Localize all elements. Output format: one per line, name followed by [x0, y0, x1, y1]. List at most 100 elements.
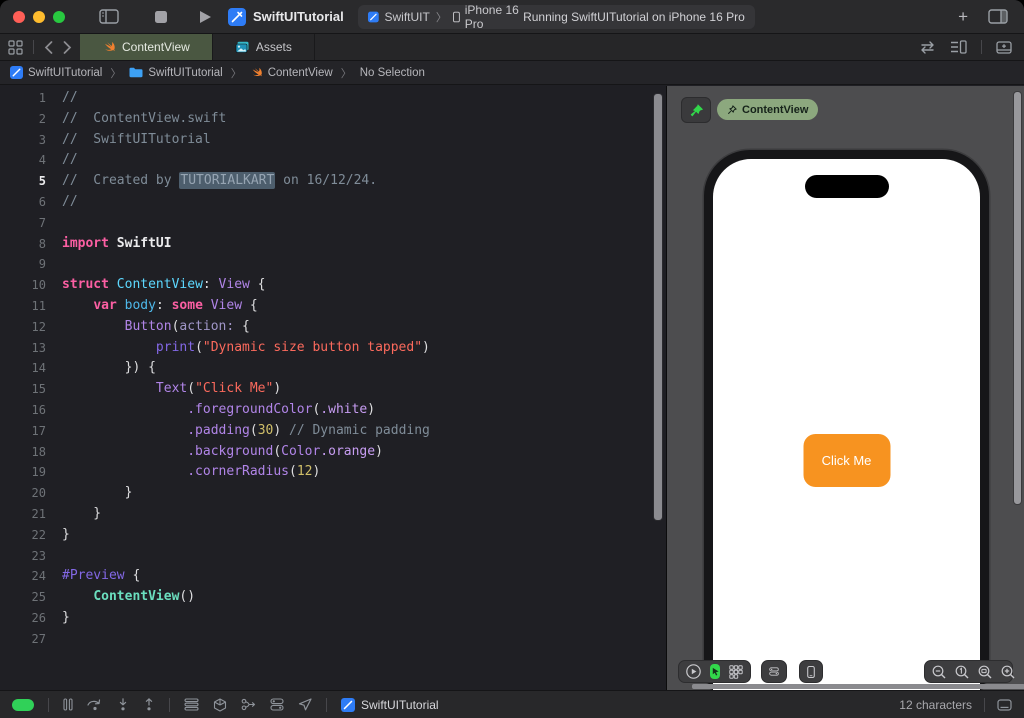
- code-line[interactable]: .background(Color.orange): [62, 442, 430, 463]
- line-number[interactable]: 17: [0, 421, 46, 442]
- line-number[interactable]: 1: [0, 88, 46, 109]
- line-number[interactable]: 7: [0, 213, 46, 234]
- line-number[interactable]: 6: [0, 192, 46, 213]
- line-number[interactable]: 27: [0, 629, 46, 650]
- line-number[interactable]: 8: [0, 234, 46, 255]
- toggle-inspector-icon[interactable]: [988, 9, 1008, 24]
- code-line[interactable]: ContentView(): [62, 587, 430, 608]
- line-number[interactable]: 24: [0, 566, 46, 587]
- code-line[interactable]: [62, 629, 430, 650]
- code-line[interactable]: }: [62, 525, 430, 546]
- preview-device-button[interactable]: [799, 660, 823, 683]
- code-line[interactable]: #Preview {: [62, 566, 430, 587]
- run-button[interactable]: [199, 10, 212, 24]
- close-window-button[interactable]: [13, 10, 25, 23]
- code-line[interactable]: [62, 213, 430, 234]
- code-line[interactable]: }: [62, 483, 430, 504]
- zoom-100-icon[interactable]: [955, 665, 969, 679]
- line-number[interactable]: 11: [0, 296, 46, 317]
- line-number[interactable]: 12: [0, 317, 46, 338]
- debug-memory-graph-icon[interactable]: [213, 697, 227, 712]
- line-number[interactable]: 21: [0, 504, 46, 525]
- zoom-window-button[interactable]: [53, 10, 65, 23]
- line-number[interactable]: 5: [0, 171, 46, 192]
- line-number[interactable]: 3: [0, 130, 46, 151]
- code-line[interactable]: .padding(30) // Dynamic padding: [62, 421, 430, 442]
- line-number[interactable]: 18: [0, 442, 46, 463]
- line-number[interactable]: 16: [0, 400, 46, 421]
- related-items-icon[interactable]: [8, 39, 23, 55]
- pause-execution-icon[interactable]: [63, 698, 73, 711]
- code-line[interactable]: [62, 254, 430, 275]
- code-line[interactable]: }) {: [62, 358, 430, 379]
- code-line[interactable]: [62, 546, 430, 567]
- breakpoints-toggle[interactable]: [12, 698, 34, 711]
- code-line[interactable]: import SwiftUI: [62, 234, 430, 255]
- swap-editor-icon[interactable]: [919, 40, 936, 54]
- device-settings-button[interactable]: [761, 660, 787, 683]
- code-line[interactable]: .cornerRadius(12): [62, 462, 430, 483]
- add-tab-button[interactable]: +: [958, 7, 968, 27]
- line-number[interactable]: 4: [0, 150, 46, 171]
- code-line[interactable]: print("Dynamic size button tapped"): [62, 338, 430, 359]
- variants-grid-icon[interactable]: [729, 664, 743, 679]
- step-over-icon[interactable]: [87, 698, 103, 711]
- minimap-icon[interactable]: [950, 40, 967, 54]
- debug-process-label[interactable]: SwiftUITutorial: [341, 697, 439, 712]
- editor-scrollbar[interactable]: [653, 93, 663, 521]
- line-number[interactable]: 26: [0, 608, 46, 629]
- simulated-location-icon[interactable]: [298, 698, 312, 711]
- go-forward-icon[interactable]: [63, 40, 72, 54]
- live-preview-play-icon[interactable]: [686, 664, 701, 679]
- zoom-in-icon[interactable]: [1001, 665, 1015, 679]
- minimize-window-button[interactable]: [33, 10, 45, 23]
- code-line[interactable]: var body: some View {: [62, 296, 430, 317]
- tab-assets[interactable]: Assets: [213, 34, 315, 60]
- code-line[interactable]: //: [62, 192, 430, 213]
- code-line[interactable]: //: [62, 88, 430, 109]
- preview-horizontal-scrollbar[interactable]: [692, 684, 1024, 689]
- step-out-icon[interactable]: [143, 698, 155, 711]
- code-line[interactable]: }: [62, 504, 430, 525]
- line-number[interactable]: 22: [0, 525, 46, 546]
- line-number[interactable]: 25: [0, 587, 46, 608]
- preview-pinned-tab[interactable]: ContentView: [717, 99, 819, 120]
- code-line[interactable]: .foregroundColor(.white): [62, 400, 430, 421]
- line-number[interactable]: 9: [0, 254, 46, 275]
- network-debug-icon[interactable]: [241, 698, 256, 711]
- breadcrumb-file[interactable]: ContentView: [250, 66, 333, 79]
- run-destination[interactable]: iPhone 16 Pro: [465, 3, 523, 31]
- environment-overrides-icon[interactable]: [270, 698, 284, 711]
- line-number[interactable]: 20: [0, 483, 46, 504]
- preview-vertical-scrollbar[interactable]: [1013, 91, 1022, 505]
- source-editor[interactable]: 1 2 3 4 5 6 7 8 9 10 11 12 13 14 15 16 17 18 19 20 21 22 23 24 2…: [0, 86, 665, 690]
- editor-only-icon[interactable]: [997, 698, 1012, 711]
- code-line[interactable]: }: [62, 608, 430, 629]
- line-number[interactable]: 23: [0, 546, 46, 567]
- pin-preview-button[interactable]: [681, 97, 711, 123]
- step-into-icon[interactable]: [117, 698, 129, 711]
- debug-view-hierarchy-icon[interactable]: [184, 698, 199, 711]
- line-number[interactable]: 10: [0, 275, 46, 296]
- tab-contentview[interactable]: ContentView: [80, 34, 213, 60]
- add-editor-icon[interactable]: [996, 40, 1012, 54]
- selectable-mode-icon[interactable]: [710, 664, 720, 679]
- zoom-out-icon[interactable]: [932, 665, 946, 679]
- code-line[interactable]: //: [62, 150, 430, 171]
- line-number[interactable]: 14: [0, 358, 46, 379]
- code-line[interactable]: struct ContentView: View {: [62, 275, 430, 296]
- go-back-icon[interactable]: [44, 40, 53, 54]
- line-number[interactable]: 19: [0, 462, 46, 483]
- zoom-fit-icon[interactable]: [978, 665, 992, 679]
- breadcrumb-group[interactable]: SwiftUITutorial: [129, 67, 223, 79]
- stop-button[interactable]: [155, 10, 167, 23]
- toggle-navigator-icon[interactable]: [99, 9, 119, 24]
- code-line[interactable]: // Created by TUTORIALKART on 16/12/24.: [62, 171, 430, 192]
- scheme-app-icon[interactable]: [367, 10, 379, 24]
- breadcrumb-project[interactable]: SwiftUITutorial: [10, 66, 102, 79]
- code-line[interactable]: // SwiftUITutorial: [62, 130, 430, 151]
- line-number[interactable]: 2: [0, 109, 46, 130]
- breadcrumb-selection[interactable]: No Selection: [360, 67, 425, 79]
- code-line[interactable]: Button(action: {: [62, 317, 430, 338]
- line-number[interactable]: 13: [0, 338, 46, 359]
